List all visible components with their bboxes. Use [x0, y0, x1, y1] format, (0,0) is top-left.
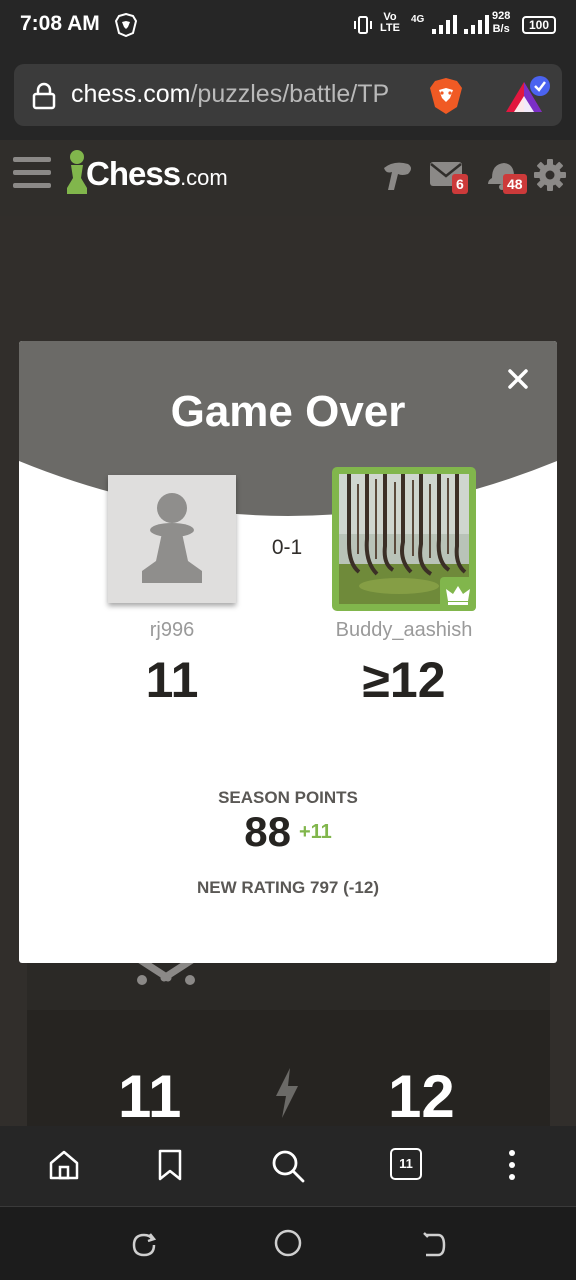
browser-address-bar: chess.com/puzzles/battle/TP: [0, 54, 576, 140]
site-header: Chess.com 6 48: [0, 140, 576, 216]
close-icon[interactable]: [506, 367, 530, 391]
status-bar: 7:08 AM Vo LTE 4G 928 B/s 100: [0, 0, 576, 54]
game-over-modal: Game Over 0-1 rj996 Buddy_aashish 11 ≥12…: [19, 341, 557, 963]
pawn-avatar-icon: [142, 493, 202, 583]
new-rating: NEW RATING 797 (-12): [197, 878, 379, 897]
gear-icon[interactable]: [533, 158, 567, 192]
brave-rewards-icon[interactable]: [504, 76, 552, 116]
url-text[interactable]: chess.com/puzzles/battle/TP: [71, 80, 389, 109]
mail-count-badge: 6: [452, 174, 468, 194]
home-icon[interactable]: [47, 1148, 81, 1182]
signal-icon: [432, 15, 457, 34]
url-field[interactable]: chess.com/puzzles/battle/TP: [14, 64, 562, 126]
network-speed: 928 B/s: [492, 10, 511, 35]
notification-count-badge: 48: [503, 174, 527, 194]
chess-logo-text[interactable]: Chess.com: [86, 155, 228, 193]
brave-icon: [115, 13, 137, 37]
vibrate-icon: [354, 16, 372, 34]
lock-icon[interactable]: [32, 82, 56, 110]
url-path: /puzzles/battle/TP: [190, 80, 390, 108]
player-left-avatar[interactable]: [108, 475, 236, 603]
browser-bottom-toolbar: 11: [0, 1126, 576, 1206]
recent-apps-icon[interactable]: [130, 1231, 158, 1259]
player-right-avatar[interactable]: [332, 467, 476, 611]
network-type: 4G: [411, 14, 425, 25]
player-left-score: 11: [145, 652, 199, 708]
season-points-row: 88 +11: [19, 808, 557, 856]
hamburger-icon[interactable]: [13, 154, 51, 192]
android-navigation-bar: [0, 1206, 576, 1280]
signal-icon: [464, 15, 489, 34]
crown-badge: [440, 577, 476, 611]
lightning-icon: [276, 1068, 298, 1118]
player-right-score: ≥12: [362, 652, 446, 708]
status-time: 7:08 AM: [20, 12, 100, 35]
player-right-username[interactable]: Buddy_aashish: [304, 619, 504, 642]
brave-shield-icon[interactable]: [428, 76, 464, 116]
battle-score-right: 12: [388, 1063, 455, 1130]
modal-title: Game Over: [170, 387, 406, 436]
battery-indicator: 100: [522, 16, 556, 34]
bookmark-icon[interactable]: [157, 1148, 183, 1182]
season-points-label: SEASON POINTS: [218, 788, 358, 807]
game-result: 0-1: [271, 536, 303, 559]
tabs-icon[interactable]: 11: [390, 1148, 422, 1180]
modal-header-background: [19, 341, 557, 516]
home-circle-icon[interactable]: [274, 1229, 302, 1257]
crown-icon: [446, 586, 470, 605]
puzzle-icon[interactable]: [380, 160, 414, 194]
season-points-delta: +11: [298, 820, 332, 843]
url-domain: chess.com: [71, 80, 191, 108]
season-points-value: 88: [244, 808, 291, 855]
volte-indicator: Vo LTE: [380, 11, 400, 34]
battle-score-left: 11: [118, 1063, 182, 1130]
back-icon[interactable]: [420, 1231, 446, 1259]
menu-dots-icon[interactable]: [505, 1148, 519, 1182]
search-icon[interactable]: [270, 1148, 306, 1184]
player-left-username[interactable]: rj996: [72, 619, 272, 642]
